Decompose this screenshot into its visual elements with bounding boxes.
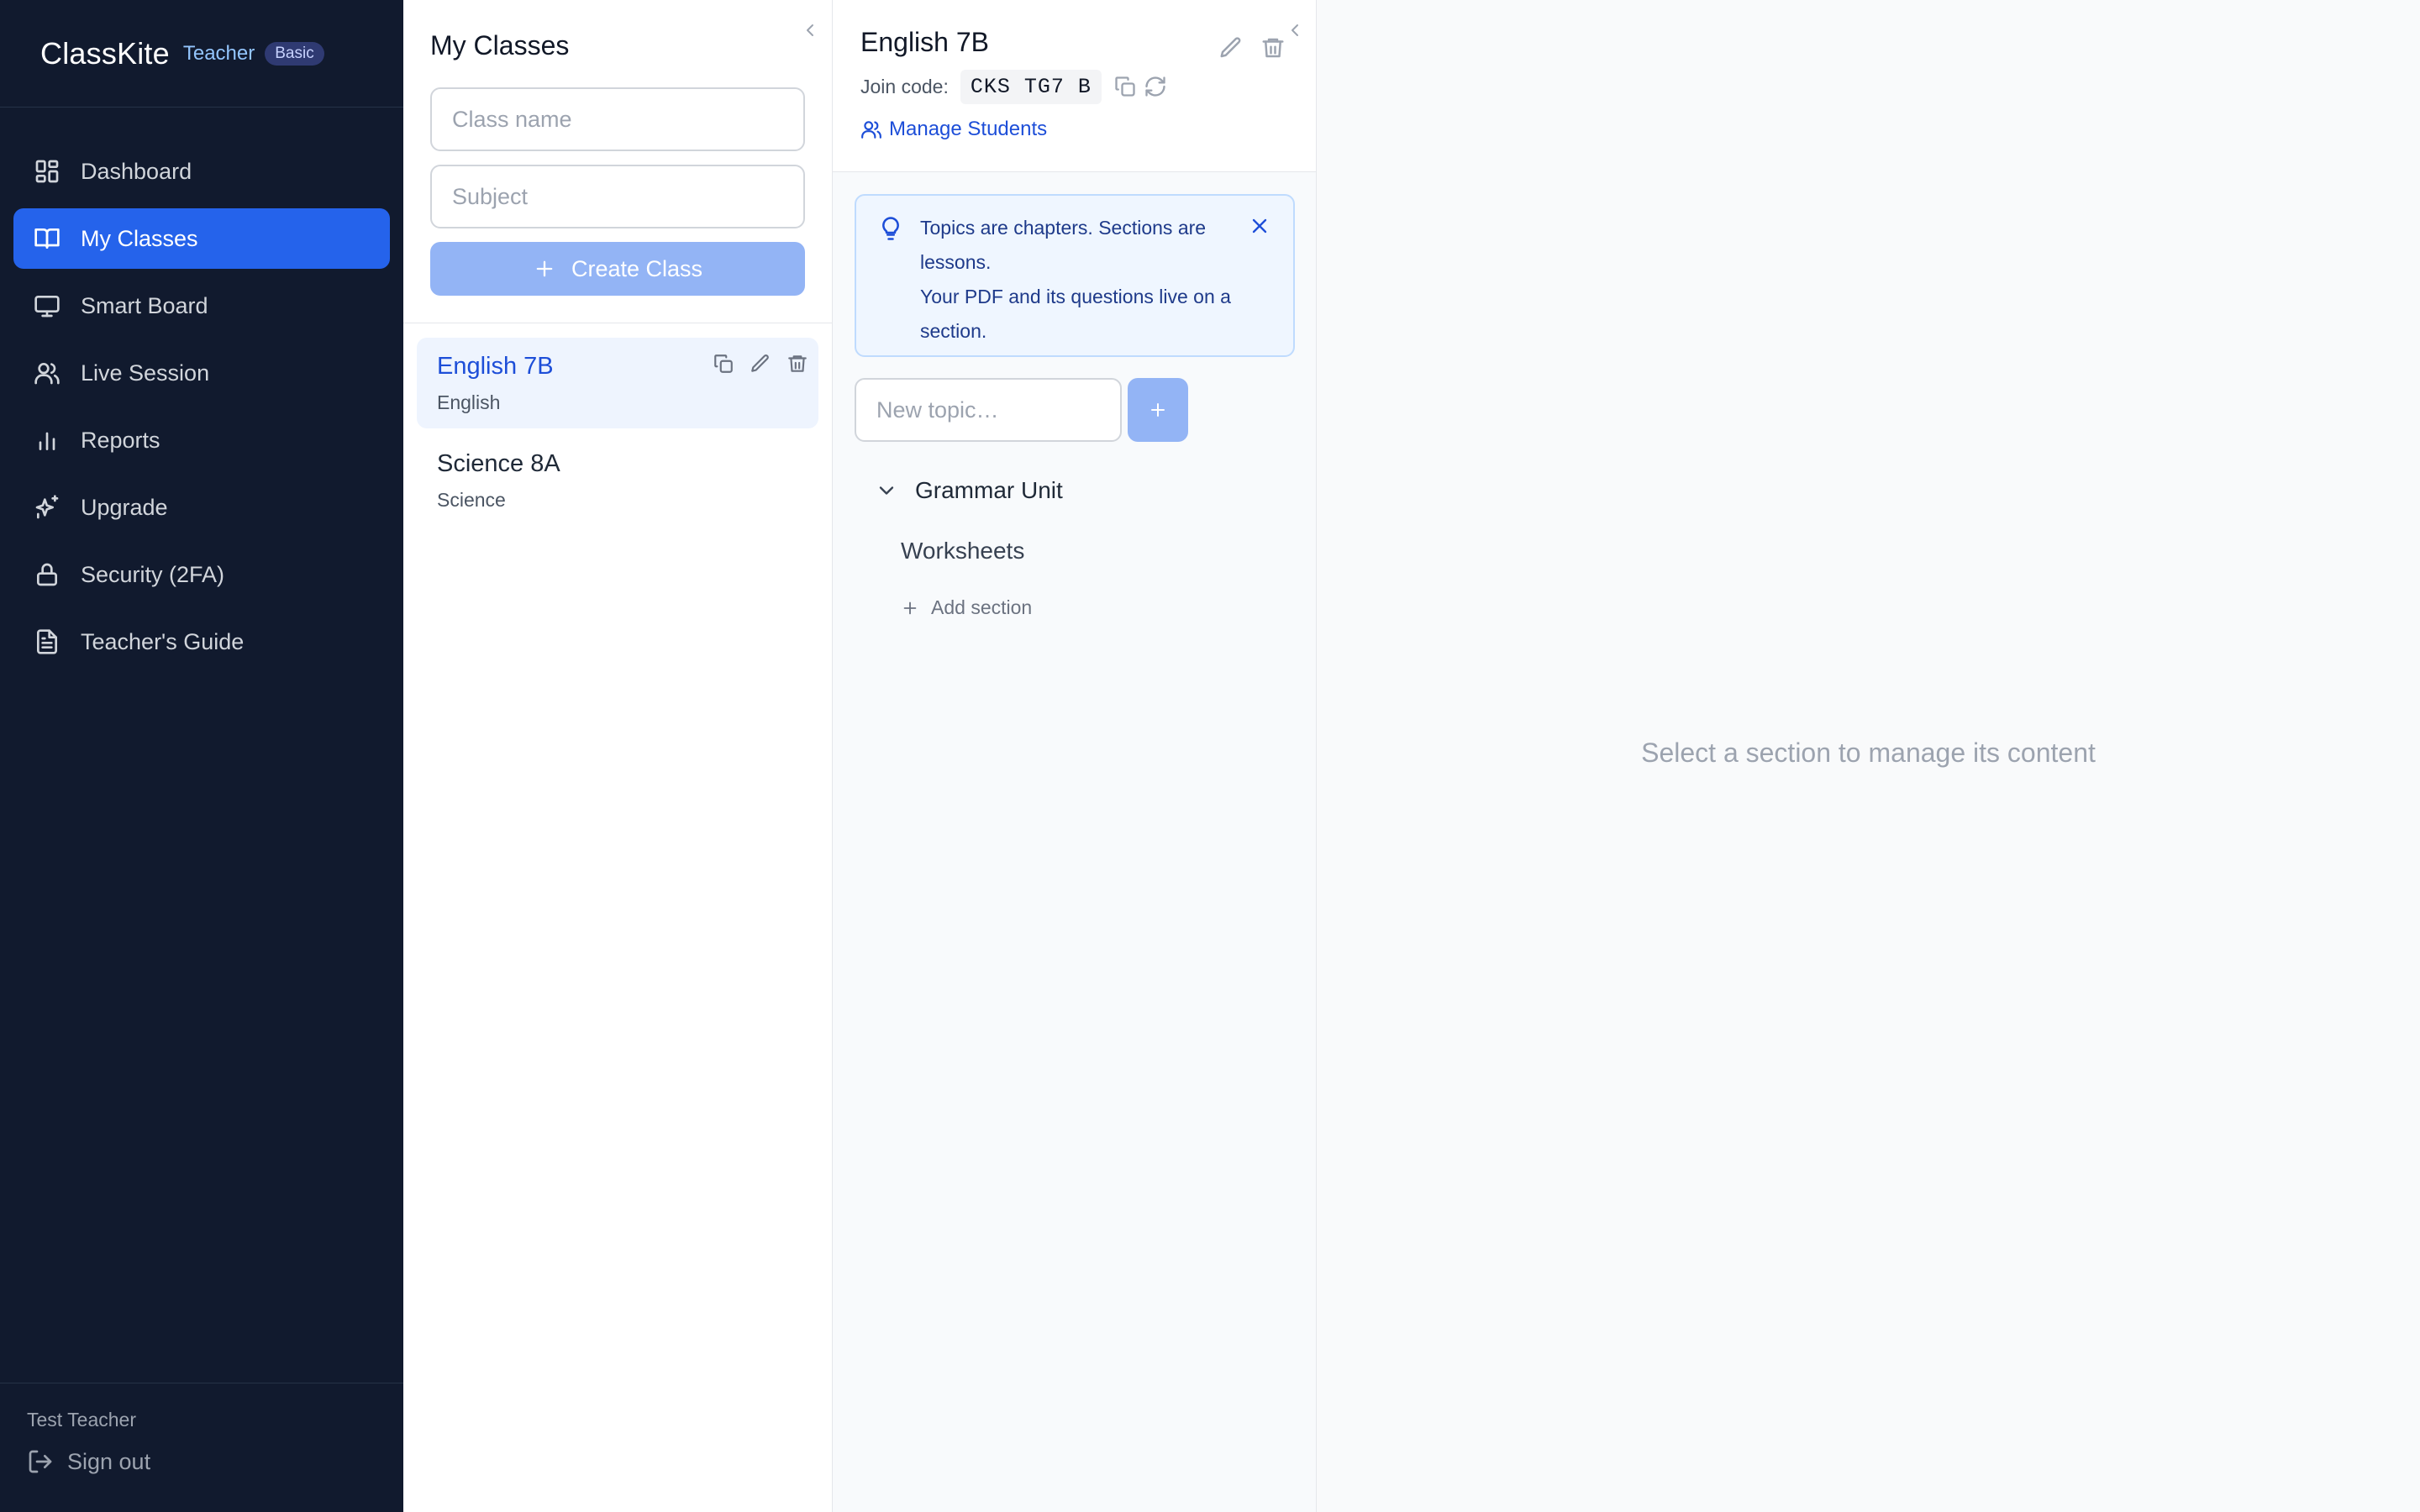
document-icon: [37, 629, 57, 654]
log-out-icon: [29, 1450, 52, 1473]
collapse-panel-icon[interactable]: [800, 18, 820, 42]
create-class-label: Create Class: [571, 255, 703, 281]
monitor-icon: [34, 296, 60, 318]
sidebar-item-teachers-guide[interactable]: Teacher's Guide: [13, 612, 390, 672]
sidebar-item-my-classes[interactable]: My Classes: [13, 208, 390, 269]
refresh-icon[interactable]: [1144, 75, 1167, 98]
panel-title: My Classes: [430, 30, 570, 60]
copy-icon[interactable]: [713, 353, 734, 375]
class-title: English 7B: [860, 27, 989, 57]
tip-text: Topics are chapters. Sections are lesson…: [920, 211, 1239, 349]
trash-icon[interactable]: [1260, 35, 1286, 60]
create-class-button[interactable]: Create Class: [430, 242, 805, 296]
class-item-science-8a[interactable]: Science 8A Science: [417, 435, 818, 526]
dashboard-icon: [35, 160, 59, 183]
sidebar-item-upgrade[interactable]: Upgrade: [13, 477, 390, 538]
class-name-input[interactable]: [430, 87, 805, 151]
plus-icon: [903, 601, 917, 614]
edit-pencil-icon[interactable]: [750, 353, 771, 375]
sidebar: ClassKite Teacher Basic Dashboard My Cla…: [0, 0, 403, 1512]
copy-icon[interactable]: [1113, 75, 1137, 98]
sidebar-item-label: My Classes: [81, 225, 198, 251]
class-header-actions: [1218, 35, 1286, 60]
sidebar-footer: Test Teacher Sign out: [0, 1383, 403, 1512]
tip-line: Your PDF and its questions live on a sec…: [920, 286, 1231, 342]
add-section-label: Add section: [931, 596, 1033, 618]
class-subject: Science: [437, 489, 506, 511]
class-subject: English: [437, 391, 501, 413]
topics-panel: English 7B Join code: CKS TG7 B Manage S…: [833, 0, 1317, 1512]
join-code-row: Join code: CKS TG7 B: [860, 69, 1167, 104]
class-item-english-7b[interactable]: English 7B English: [417, 338, 818, 428]
section-content-area: Select a section to manage its content: [1317, 0, 2420, 1512]
tip-banner: Topics are chapters. Sections are lesson…: [855, 194, 1295, 357]
tip-line: Topics are chapters. Sections are lesson…: [920, 217, 1207, 273]
new-topic-input[interactable]: [855, 378, 1122, 442]
section-item[interactable]: Worksheets: [901, 538, 1024, 564]
manage-students-link[interactable]: Manage Students: [860, 118, 1047, 141]
sidebar-item-label: Reports: [81, 427, 160, 453]
empty-state-message: Select a section to manage its content: [1641, 738, 2096, 768]
close-icon[interactable]: [1248, 214, 1271, 238]
sidebar-item-live-session[interactable]: Live Session: [13, 343, 390, 403]
brand-name: ClassKite: [40, 35, 170, 71]
add-topic-button[interactable]: [1128, 378, 1188, 442]
sidebar-item-reports[interactable]: Reports: [13, 410, 390, 470]
topic-item[interactable]: Grammar Unit: [875, 472, 1063, 509]
sign-out-label: Sign out: [67, 1448, 151, 1474]
sidebar-item-label: Smart Board: [81, 292, 208, 318]
sidebar-nav: Dashboard My Classes Smart Board Live Se…: [0, 108, 403, 672]
class-header: English 7B Join code: CKS TG7 B Manage S…: [833, 0, 1316, 172]
users-icon: [34, 363, 60, 385]
class-name: Science 8A: [437, 450, 560, 477]
users-icon: [861, 121, 881, 139]
chevron-down-icon[interactable]: [875, 479, 898, 502]
user-name: Test Teacher: [27, 1409, 136, 1431]
plus-icon: [1151, 403, 1165, 417]
sidebar-item-label: Upgrade: [81, 494, 168, 520]
lock-icon: [37, 563, 57, 586]
role-label: Teacher: [182, 41, 255, 65]
plus-icon: [536, 260, 553, 277]
classes-panel: My Classes Create Class English 7B Engli…: [403, 0, 833, 1512]
sparkles-icon: [35, 495, 59, 519]
sidebar-item-label: Teacher's Guide: [81, 628, 245, 654]
sign-out-button[interactable]: Sign out: [27, 1448, 376, 1475]
sidebar-item-dashboard[interactable]: Dashboard: [13, 141, 390, 202]
bar-chart-icon: [39, 432, 55, 450]
subject-input[interactable]: [430, 165, 805, 228]
plan-badge: Basic: [265, 41, 324, 66]
sidebar-item-smart-board[interactable]: Smart Board: [13, 276, 390, 336]
sidebar-item-label: Dashboard: [81, 158, 192, 184]
collapse-panel-icon[interactable]: [1285, 18, 1305, 42]
brand: ClassKite Teacher Basic: [0, 0, 403, 108]
sidebar-item-label: Security (2FA): [81, 561, 225, 587]
lightbulb-icon: [882, 217, 899, 240]
class-name: English 7B: [437, 353, 554, 380]
sidebar-item-security[interactable]: Security (2FA): [13, 544, 390, 605]
class-actions: [713, 353, 808, 375]
trash-icon[interactable]: [786, 353, 808, 375]
topic-name: Grammar Unit: [915, 477, 1063, 503]
sidebar-item-label: Live Session: [81, 360, 210, 386]
book-open-icon: [34, 228, 60, 249]
edit-pencil-icon[interactable]: [1218, 35, 1244, 60]
manage-students-label: Manage Students: [889, 118, 1048, 140]
add-section-button[interactable]: Add section: [901, 596, 1032, 619]
join-code-label: Join code:: [860, 75, 949, 97]
join-code: CKS TG7 B: [960, 69, 1102, 104]
